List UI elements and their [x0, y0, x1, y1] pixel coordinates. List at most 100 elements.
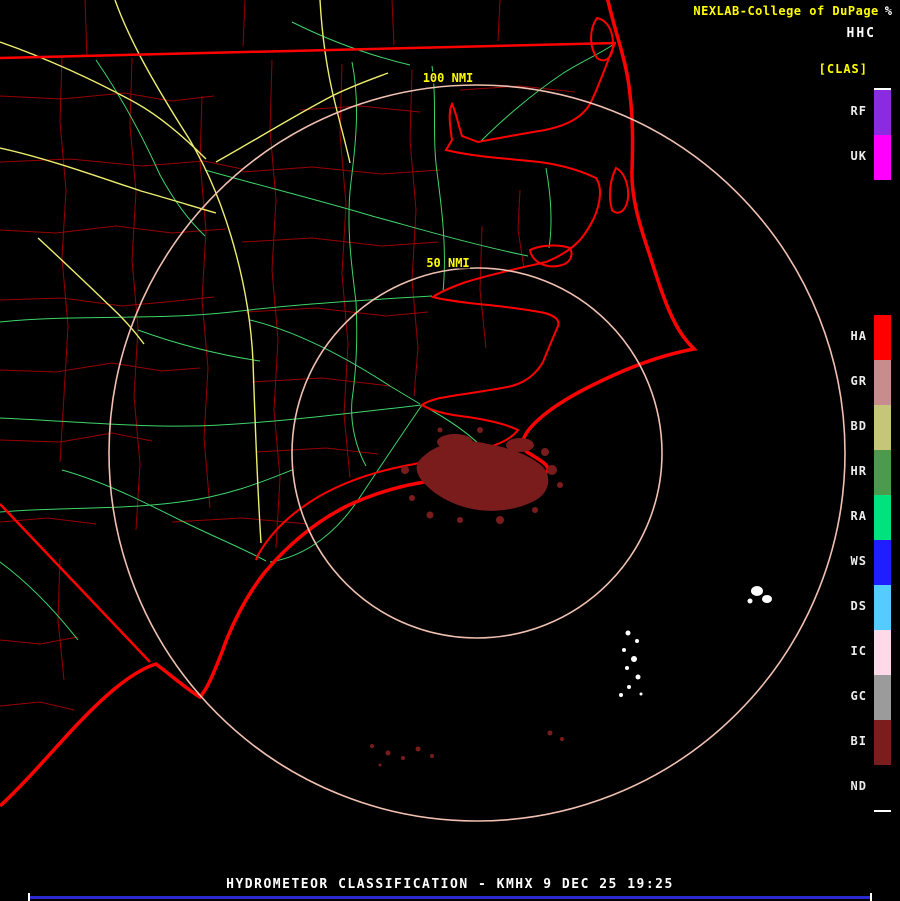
road-primary	[114, 0, 262, 544]
road-secondary	[137, 329, 261, 362]
legend-label-rf: RF	[850, 103, 867, 118]
echoes-biological	[370, 427, 564, 767]
county-line	[299, 105, 421, 113]
echo-dot	[415, 746, 421, 752]
county-line	[0, 225, 227, 234]
road-secondary	[0, 469, 293, 513]
snow-echo-dot	[635, 674, 641, 680]
legend-swatch-blank-2	[874, 180, 891, 225]
county-line	[269, 59, 281, 549]
status-text: HYDROMETEOR CLASSIFICATION - KMHX 9 DEC …	[226, 877, 674, 892]
road-secondary	[348, 61, 358, 303]
legend-label-ha: HA	[850, 328, 867, 343]
legend-label-nd: ND	[850, 778, 867, 793]
county-line	[0, 296, 215, 307]
legend-label-ra: RA	[850, 508, 867, 523]
county-line	[242, 0, 246, 47]
county-line	[0, 92, 215, 102]
road-secondary	[61, 469, 267, 562]
echo-dot	[437, 427, 443, 433]
county-line	[0, 701, 75, 711]
echo-dot	[557, 482, 563, 488]
road-secondary	[95, 59, 206, 237]
county-line	[517, 189, 525, 269]
header: NEXLAB-College of DuPage %	[693, 4, 892, 18]
snow-echo-dot	[639, 692, 643, 696]
echo-dot	[541, 448, 549, 456]
echo-dot	[430, 754, 434, 758]
legend-swatch-bd	[874, 405, 891, 450]
outer-banks-coastline	[0, 0, 698, 808]
legend-swatch-ra	[874, 495, 891, 540]
legend-label-ds: DS	[850, 598, 867, 613]
legend-label-bi: BI	[850, 733, 867, 748]
snow-echo-dot	[631, 656, 637, 662]
product-tag: [CLAS]	[818, 62, 868, 76]
echo-dot	[457, 517, 463, 523]
echo-dot	[385, 750, 391, 756]
ring-label-100nmi: 100 NMI	[423, 71, 474, 85]
road-primary	[215, 72, 389, 163]
echo-dot	[401, 466, 409, 474]
legend-bar	[874, 88, 891, 812]
county-line	[479, 225, 487, 349]
legend-label-gr: GR	[850, 373, 867, 388]
snow-echo-dot	[619, 693, 623, 697]
road-primary	[0, 147, 217, 214]
road-secondary	[479, 43, 615, 143]
ring-label-50nmi: 50 NMI	[426, 256, 469, 270]
road-secondary	[0, 295, 433, 323]
legend-label-hr: HR	[850, 463, 867, 478]
county-line	[409, 69, 419, 397]
road-primary	[319, 0, 351, 164]
echo-dot	[370, 744, 374, 748]
county-line	[0, 158, 243, 170]
status-underline	[28, 893, 872, 901]
snow-echo-dot	[747, 598, 753, 604]
echo-dot	[532, 507, 538, 513]
legend-label-ic: IC	[850, 643, 867, 658]
snow-echo-dot	[627, 685, 631, 689]
legend-label-gc: GC	[850, 688, 867, 703]
snow-echo-dot	[625, 630, 631, 636]
legend-swatch-blank-4	[874, 270, 891, 315]
legend-labels: RF UK HA GR BD HR RA WS DS IC GC BI ND	[833, 88, 867, 808]
va-nc-border	[0, 41, 617, 60]
county-line	[245, 307, 429, 317]
echo-blob	[437, 434, 473, 450]
state-and-coast-lines	[0, 0, 698, 808]
legend-swatch-hr	[874, 450, 891, 495]
roanoke-island	[608, 166, 630, 214]
county-lines	[0, 0, 576, 711]
road-secondary	[351, 301, 367, 467]
legend-swatch-ha	[874, 315, 891, 360]
roads-primary	[0, 0, 389, 544]
legend-label-ws: WS	[850, 553, 867, 568]
echo-dot	[378, 763, 382, 767]
echo-dot	[401, 756, 405, 760]
legend-swatch-rf	[874, 90, 891, 135]
echo-dot	[560, 737, 564, 741]
echo-dot	[426, 511, 434, 519]
road-secondary	[291, 21, 411, 66]
county-line	[84, 0, 88, 58]
legend-label-uk: UK	[850, 148, 867, 163]
county-line	[0, 636, 79, 645]
brand-text: NEXLAB-College of DuPage	[693, 4, 879, 18]
county-line	[129, 57, 141, 531]
legend-swatch-ws	[874, 540, 891, 585]
legend-swatch-bi	[874, 720, 891, 765]
snow-echo-dot	[625, 666, 629, 670]
snow-echo-dot	[635, 639, 639, 643]
echo-dot	[496, 516, 504, 524]
county-line	[0, 362, 201, 373]
roads-secondary	[0, 21, 615, 641]
echo-blob	[506, 438, 534, 452]
echo-dot	[477, 427, 483, 433]
echo-dot	[547, 730, 553, 736]
map-canvas: 100 NMI 50 NMI	[0, 0, 846, 822]
snow-echo-blob	[751, 586, 763, 596]
legend-swatch-uk	[874, 135, 891, 180]
county-line	[497, 0, 501, 42]
snow-echo-dot	[622, 648, 626, 652]
